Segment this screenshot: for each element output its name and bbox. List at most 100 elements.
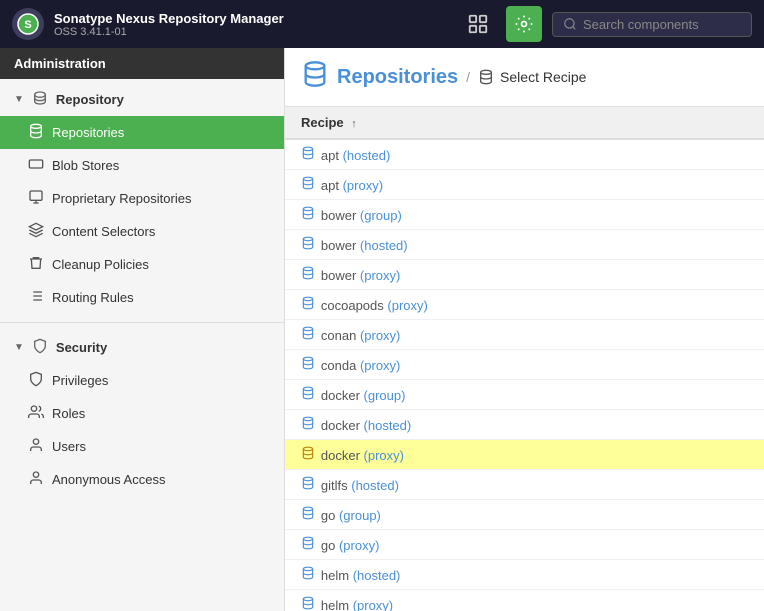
breadcrumb-icon (478, 69, 494, 85)
app-logo: S (12, 8, 44, 40)
package-icon[interactable] (460, 6, 496, 42)
sidebar-item-routing-rules-label: Routing Rules (52, 290, 134, 305)
main-layout: Administration ▼ Repository (0, 48, 764, 611)
row-db-icon (301, 387, 319, 403)
repositories-header-icon (301, 60, 329, 94)
table-row[interactable]: gitlfs (hosted) (285, 470, 764, 500)
sidebar: Administration ▼ Repository (0, 48, 285, 611)
sidebar-group-security[interactable]: ▼ Security (0, 331, 284, 364)
recipe-type: (hosted) (360, 238, 408, 253)
table-row[interactable]: go (proxy) (285, 530, 764, 560)
sidebar-item-anonymous-access[interactable]: Anonymous Access (0, 463, 284, 496)
sidebar-item-users[interactable]: Users (0, 430, 284, 463)
row-db-icon (301, 447, 319, 463)
breadcrumb-label: Select Recipe (500, 69, 586, 85)
row-db-icon (301, 147, 319, 163)
row-db-icon (301, 177, 319, 193)
table-row[interactable]: bower (hosted) (285, 230, 764, 260)
sidebar-item-roles[interactable]: Roles (0, 397, 284, 430)
recipe-name: conda (321, 358, 360, 373)
sidebar-item-privileges[interactable]: Privileges (0, 364, 284, 397)
recipe-type: (proxy) (360, 268, 400, 283)
recipe-type: (hosted) (351, 478, 399, 493)
sidebar-item-proprietary-repos-label: Proprietary Repositories (52, 191, 191, 206)
search-input[interactable] (583, 17, 733, 32)
topbar: S Sonatype Nexus Repository Manager OSS … (0, 0, 764, 48)
users-icon (28, 437, 44, 456)
roles-icon (28, 404, 44, 423)
recipe-name: go (321, 538, 339, 553)
table-row[interactable]: docker (proxy) (285, 440, 764, 470)
table-row[interactable]: go (group) (285, 500, 764, 530)
group-icon-repository (32, 90, 48, 109)
table-row[interactable]: conan (proxy) (285, 320, 764, 350)
table-row[interactable]: docker (hosted) (285, 410, 764, 440)
sidebar-item-blob-stores-label: Blob Stores (52, 158, 119, 173)
sidebar-group-repository-label: Repository (56, 92, 124, 107)
content-header: Repositories / Select Recipe (285, 48, 764, 107)
breadcrumb-separator: / (466, 69, 470, 85)
sidebar-item-roles-label: Roles (52, 406, 85, 421)
table-row[interactable]: apt (hosted) (285, 139, 764, 170)
search-box (552, 12, 752, 37)
recipe-name: gitlfs (321, 478, 351, 493)
table-row[interactable]: apt (proxy) (285, 170, 764, 200)
row-db-icon (301, 267, 319, 283)
row-db-icon (301, 357, 319, 373)
recipe-name: docker (321, 418, 364, 433)
table-row[interactable]: docker (group) (285, 380, 764, 410)
recipe-type: (proxy) (360, 358, 400, 373)
sidebar-item-repositories[interactable]: Repositories (0, 116, 284, 149)
table-header-row: Recipe ↑ (285, 107, 764, 139)
sidebar-section-security: ▼ Security Privileges (0, 327, 284, 500)
proprietary-repos-icon (28, 189, 44, 208)
anonymous-access-icon (28, 470, 44, 489)
chevron-down-icon: ▼ (14, 94, 24, 105)
sidebar-item-proprietary-repos[interactable]: Proprietary Repositories (0, 182, 284, 215)
content-selectors-icon (28, 222, 44, 241)
table-row[interactable]: helm (proxy) (285, 590, 764, 611)
row-db-icon (301, 477, 319, 493)
table-row[interactable]: conda (proxy) (285, 350, 764, 380)
row-db-icon (301, 597, 319, 611)
page-title: Repositories (337, 66, 458, 89)
sidebar-item-cleanup-policies-label: Cleanup Policies (52, 257, 149, 272)
row-db-icon (301, 537, 319, 553)
recipes-table: Recipe ↑ apt (hosted) apt (prox (285, 107, 764, 611)
table-row[interactable]: bower (proxy) (285, 260, 764, 290)
sidebar-item-content-selectors-label: Content Selectors (52, 224, 155, 239)
row-db-icon (301, 567, 319, 583)
sidebar-item-anonymous-access-label: Anonymous Access (52, 472, 165, 487)
routing-rules-icon (28, 288, 44, 307)
recipe-type: (proxy) (339, 538, 379, 553)
recipe-name: cocoapods (321, 298, 388, 313)
recipe-type: (proxy) (364, 448, 404, 463)
sidebar-item-cleanup-policies[interactable]: Cleanup Policies (0, 248, 284, 281)
sidebar-item-content-selectors[interactable]: Content Selectors (0, 215, 284, 248)
recipe-column-header[interactable]: Recipe ↑ (285, 107, 764, 139)
cleanup-policies-icon (28, 255, 44, 274)
table-row[interactable]: cocoapods (proxy) (285, 290, 764, 320)
recipe-type: (group) (364, 388, 406, 403)
sidebar-item-routing-rules[interactable]: Routing Rules (0, 281, 284, 314)
blob-stores-icon (28, 156, 44, 175)
app-title: Sonatype Nexus Repository Manager OSS 3.… (54, 11, 284, 38)
table-row[interactable]: helm (hosted) (285, 560, 764, 590)
sidebar-header: Administration (0, 48, 284, 79)
table-row[interactable]: bower (group) (285, 200, 764, 230)
recipe-name: helm (321, 568, 353, 583)
gear-icon[interactable] (506, 6, 542, 42)
svg-text:S: S (24, 19, 31, 31)
recipe-name: bower (321, 208, 360, 223)
recipe-type: (proxy) (387, 298, 427, 313)
sidebar-group-repository[interactable]: ▼ Repository (0, 83, 284, 116)
recipe-name: apt (321, 178, 343, 193)
row-db-icon (301, 207, 319, 223)
sidebar-item-blob-stores[interactable]: Blob Stores (0, 149, 284, 182)
recipe-name: docker (321, 448, 364, 463)
row-db-icon (301, 327, 319, 343)
recipe-name: docker (321, 388, 364, 403)
recipe-name: helm (321, 598, 353, 611)
sidebar-item-repositories-label: Repositories (52, 125, 124, 140)
sort-arrow-icon: ↑ (351, 118, 357, 130)
